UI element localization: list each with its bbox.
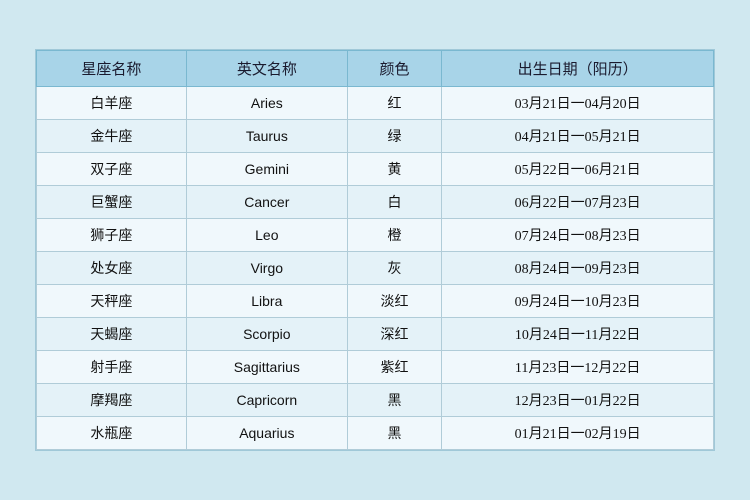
cell-dates: 04月21日一05月21日 <box>442 120 714 153</box>
cell-dates: 06月22日一07月23日 <box>442 186 714 219</box>
cell-color: 白 <box>347 186 441 219</box>
table-row: 巨蟹座Cancer白06月22日一07月23日 <box>37 186 714 219</box>
cell-chinese-name: 水瓶座 <box>37 417 187 450</box>
cell-chinese-name: 天蝎座 <box>37 318 187 351</box>
cell-chinese-name: 狮子座 <box>37 219 187 252</box>
cell-chinese-name: 天秤座 <box>37 285 187 318</box>
cell-english-name: Libra <box>186 285 347 318</box>
table-row: 金牛座Taurus绿04月21日一05月21日 <box>37 120 714 153</box>
cell-chinese-name: 巨蟹座 <box>37 186 187 219</box>
cell-english-name: Aquarius <box>186 417 347 450</box>
cell-chinese-name: 处女座 <box>37 252 187 285</box>
cell-english-name: Gemini <box>186 153 347 186</box>
cell-color: 深红 <box>347 318 441 351</box>
cell-dates: 08月24日一09月23日 <box>442 252 714 285</box>
cell-color: 绿 <box>347 120 441 153</box>
cell-dates: 09月24日一10月23日 <box>442 285 714 318</box>
cell-dates: 12月23日一01月22日 <box>442 384 714 417</box>
table-row: 摩羯座Capricorn黑12月23日一01月22日 <box>37 384 714 417</box>
cell-dates: 11月23日一12月22日 <box>442 351 714 384</box>
zodiac-table: 星座名称 英文名称 颜色 出生日期（阳历） 白羊座Aries红03月21日一04… <box>36 50 714 450</box>
cell-english-name: Leo <box>186 219 347 252</box>
cell-color: 紫红 <box>347 351 441 384</box>
cell-dates: 03月21日一04月20日 <box>442 87 714 120</box>
header-chinese-name: 星座名称 <box>37 51 187 87</box>
table-row: 白羊座Aries红03月21日一04月20日 <box>37 87 714 120</box>
cell-color: 黑 <box>347 417 441 450</box>
cell-english-name: Cancer <box>186 186 347 219</box>
cell-chinese-name: 射手座 <box>37 351 187 384</box>
cell-english-name: Scorpio <box>186 318 347 351</box>
cell-dates: 07月24日一08月23日 <box>442 219 714 252</box>
cell-english-name: Aries <box>186 87 347 120</box>
header-color: 颜色 <box>347 51 441 87</box>
cell-color: 橙 <box>347 219 441 252</box>
table-row: 处女座Virgo灰08月24日一09月23日 <box>37 252 714 285</box>
cell-color: 灰 <box>347 252 441 285</box>
cell-dates: 05月22日一06月21日 <box>442 153 714 186</box>
table-row: 狮子座Leo橙07月24日一08月23日 <box>37 219 714 252</box>
cell-chinese-name: 摩羯座 <box>37 384 187 417</box>
cell-english-name: Taurus <box>186 120 347 153</box>
cell-dates: 01月21日一02月19日 <box>442 417 714 450</box>
header-dates: 出生日期（阳历） <box>442 51 714 87</box>
cell-dates: 10月24日一11月22日 <box>442 318 714 351</box>
cell-color: 红 <box>347 87 441 120</box>
cell-color: 淡红 <box>347 285 441 318</box>
cell-color: 黄 <box>347 153 441 186</box>
header-english-name: 英文名称 <box>186 51 347 87</box>
cell-english-name: Virgo <box>186 252 347 285</box>
table-row: 射手座Sagittarius紫红11月23日一12月22日 <box>37 351 714 384</box>
cell-color: 黑 <box>347 384 441 417</box>
zodiac-table-container: 星座名称 英文名称 颜色 出生日期（阳历） 白羊座Aries红03月21日一04… <box>35 49 715 451</box>
table-row: 天秤座Libra淡红09月24日一10月23日 <box>37 285 714 318</box>
cell-chinese-name: 金牛座 <box>37 120 187 153</box>
cell-chinese-name: 白羊座 <box>37 87 187 120</box>
cell-english-name: Capricorn <box>186 384 347 417</box>
table-body: 白羊座Aries红03月21日一04月20日金牛座Taurus绿04月21日一0… <box>37 87 714 450</box>
table-row: 水瓶座Aquarius黑01月21日一02月19日 <box>37 417 714 450</box>
table-header-row: 星座名称 英文名称 颜色 出生日期（阳历） <box>37 51 714 87</box>
table-row: 天蝎座Scorpio深红10月24日一11月22日 <box>37 318 714 351</box>
cell-english-name: Sagittarius <box>186 351 347 384</box>
cell-chinese-name: 双子座 <box>37 153 187 186</box>
table-row: 双子座Gemini黄05月22日一06月21日 <box>37 153 714 186</box>
